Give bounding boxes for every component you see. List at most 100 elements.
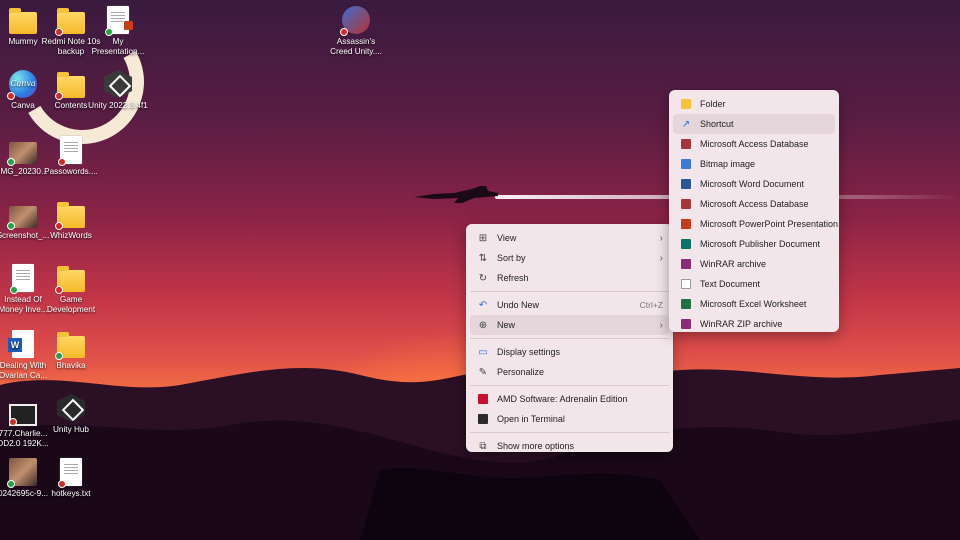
new-submenu: Folder ↗ Shortcut Microsoft Access Datab… [669,90,839,332]
plus-circle-icon: ⊕ [478,319,488,331]
menu-item-label: Text Document [700,279,761,289]
text-file-icon [58,136,82,166]
access-icon [679,197,693,211]
menu-item-undo-new[interactable]: ↶ Undo New Ctrl+Z [470,295,669,315]
menu-item-label: Undo New [497,300,540,310]
folder-icon [679,97,693,111]
desktop-icon-label: Unity Hub [53,425,89,434]
sort-icon: ⇅ [478,252,488,264]
menu-item-view[interactable]: ⊞ View › [470,228,669,248]
folder-icon [55,72,85,100]
submenu-item-powerpoint-presentation[interactable]: Microsoft PowerPoint Presentation [673,214,839,234]
video-file-icon [9,404,37,426]
menu-separator [470,385,669,386]
jet-silhouette [414,186,498,203]
submenu-item-text-document[interactable]: Text Document [673,274,835,294]
sync-error-icon [340,28,348,36]
desktop-icon-unity-hub[interactable]: Unity Hub [40,394,102,435]
submenu-item-excel-worksheet[interactable]: Microsoft Excel Worksheet [673,294,835,314]
chevron-right-icon: › [659,252,663,264]
submenu-item-publisher-document[interactable]: Microsoft Publisher Document [673,234,835,254]
desktop-icon-hotkeys[interactable]: hotkeys.txt [40,458,102,499]
desktop-icon-label: Game Development [46,295,96,314]
desktop-icon-my-presentation[interactable]: My Presentation... [87,6,149,57]
menu-item-show-more-options[interactable]: ⧉ Show more options [470,436,669,456]
amd-icon [476,392,490,406]
menu-item-label: Microsoft Publisher Document [700,239,821,249]
menu-item-label: Microsoft Access Database [700,199,809,209]
text-doc-icon [679,277,693,291]
sync-ok-icon [105,28,113,36]
menu-item-new[interactable]: ⊕ New › [470,315,669,335]
folder-icon [55,202,85,230]
chevron-right-icon: › [659,319,663,331]
submenu-item-shortcut[interactable]: ↗ Shortcut [673,114,835,134]
menu-item-label: Sort by [497,253,526,263]
menu-item-label: Microsoft Excel Worksheet [700,299,807,309]
folder-icon [55,266,85,294]
submenu-item-winrar-zip-archive[interactable]: WinRAR ZIP archive [673,314,835,334]
terminal-icon [476,412,490,426]
canva-icon: Canva [7,70,37,100]
submenu-item-access-database[interactable]: Microsoft Access Database [673,134,835,154]
menu-separator [470,432,669,433]
unity-icon [104,70,132,98]
menu-item-personalize[interactable]: ✎ Personalize [470,362,669,382]
submenu-item-winrar-archive[interactable]: WinRAR archive [673,254,835,274]
word-file-icon [8,330,34,358]
desktop-icon-label: Unity 2022.3.4f1 [88,101,148,110]
sync-error-icon [9,418,17,426]
desktop-icon-passowords[interactable]: Passowords.... [40,136,102,177]
menu-separator [470,338,669,339]
menu-item-label: WinRAR ZIP archive [700,319,783,329]
undo-icon: ↶ [478,299,488,311]
publisher-icon [679,237,693,251]
expand-icon: ⧉ [479,440,487,452]
menu-item-label: Shortcut [700,119,734,129]
sync-error-icon [55,92,63,100]
submenu-item-word-document[interactable]: Microsoft Word Document [673,174,835,194]
powerpoint-icon [679,217,693,231]
bitmap-icon [679,157,693,171]
desktop-icon-assassins-creed[interactable]: Assassin's Creed Unity.... [325,6,387,57]
menu-item-label: Open in Terminal [497,414,565,424]
desktop-icon-bhavika[interactable]: Bhavika [40,330,102,371]
menu-item-display-settings[interactable]: ▭ Display settings [470,342,669,362]
submenu-item-folder[interactable]: Folder [673,94,835,114]
menu-separator [470,291,669,292]
menu-item-label: Microsoft PowerPoint Presentation [700,219,839,229]
sync-error-icon [58,158,66,166]
menu-item-amd-software[interactable]: AMD Software: Adrenalin Edition [470,389,669,409]
desktop-icon-game-development[interactable]: Game Development [40,264,102,315]
winrar-zip-icon [679,317,693,331]
game-icon [340,6,370,36]
sync-ok-icon [7,158,15,166]
sync-ok-icon [7,222,15,230]
menu-item-label: AMD Software: Adrenalin Edition [497,394,628,404]
menu-item-label: Refresh [497,273,529,283]
submenu-item-access-database-2[interactable]: Microsoft Access Database [673,194,835,214]
menu-item-label: WinRAR archive [700,259,767,269]
menu-item-label: Microsoft Word Document [700,179,804,189]
desktop-icon-label: WhizWords [50,231,92,240]
menu-item-label: Personalize [497,367,545,377]
desktop-icon-label: Assassin's Creed Unity.... [330,37,382,56]
sync-error-icon [55,286,63,294]
shortcut-icon: ↗ [681,118,691,130]
submenu-item-bitmap-image[interactable]: Bitmap image [673,154,835,174]
image-file-icon [7,458,37,488]
menu-item-sort-by[interactable]: ⇅ Sort by › [470,248,669,268]
text-file-icon [58,458,82,488]
chevron-right-icon: › [659,232,663,244]
menu-item-label: New [497,320,516,330]
display-icon: ▭ [478,346,488,358]
desktop-icon-unity[interactable]: Unity 2022.3.4f1 [87,70,149,111]
folder-icon [55,8,85,36]
menu-item-open-in-terminal[interactable]: Open in Terminal [470,409,669,429]
image-file-icon [7,142,37,166]
sync-error-icon [7,92,15,100]
desktop-icon-label: My Presentation... [91,37,145,56]
desktop-icon-whizwords[interactable]: WhizWords [40,200,102,241]
menu-item-refresh[interactable]: ↻ Refresh [470,268,669,288]
menu-item-label: Show more options [497,441,575,451]
